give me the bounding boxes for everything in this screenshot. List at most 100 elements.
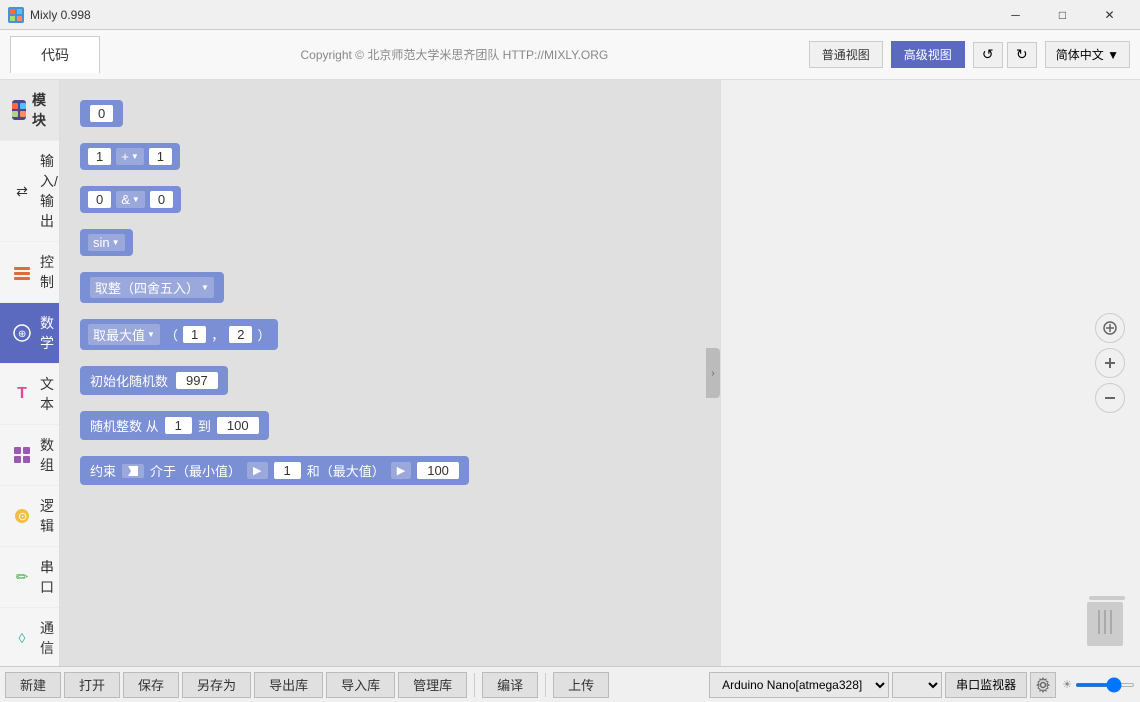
block-logic-op-dropdown[interactable]: & ▼ (116, 191, 145, 208)
round-dropdown-arrow: ▼ (201, 283, 209, 292)
sidebar-item-serial[interactable]: ✏ 串口 (0, 547, 59, 608)
gear-button[interactable] (1030, 672, 1056, 698)
advanced-view-button[interactable]: 高级视图 (891, 41, 965, 68)
block-constrain-notch (122, 464, 144, 478)
sidebar-label-io: 输入/输出 (40, 151, 58, 231)
sidebar-item-logic[interactable]: ⊙ 逻辑 (0, 486, 59, 547)
block-round-label: 取整（四舍五入） (95, 278, 199, 297)
zoom-out-button[interactable] (1095, 383, 1125, 413)
sidebar-label-math: 数学 (40, 313, 54, 353)
zoom-in-button[interactable] (1095, 348, 1125, 378)
title-bar: Mixly 0.998 ─ □ ✕ (0, 0, 1140, 30)
sidebar-item-io[interactable]: ⇄ 输入/输出 (0, 141, 59, 242)
language-button[interactable]: 简体中文 ▼ (1045, 41, 1130, 68)
toolbar-separator-2 (545, 673, 546, 697)
open-button[interactable]: 打开 (64, 672, 120, 698)
undo-button[interactable]: ↺ (973, 42, 1003, 68)
block-logic-op: & (121, 192, 130, 207)
trash-bin (1087, 602, 1123, 646)
save-as-button[interactable]: 另存为 (182, 672, 251, 698)
main-layout: 模块 ⇄ 输入/输出 控制 ⊕ 数学 T 文本 数组 (0, 80, 1140, 666)
block-constrain-notch3: ▶ (391, 462, 411, 479)
block-round-dropdown[interactable]: 取整（四舍五入） ▼ (90, 277, 214, 298)
brightness-icon: ☀ (1062, 678, 1072, 691)
block-minmax-row: 取最大值 ▼ （ 1 ， 2 ） (80, 319, 700, 350)
block-rand-to: 100 (217, 417, 259, 434)
toolbar-separator-1 (474, 673, 475, 697)
port-dropdown[interactable] (892, 672, 942, 698)
sidebar-item-math[interactable]: ⊕ 数学 (0, 303, 59, 364)
trash-area[interactable] (1087, 596, 1125, 646)
block-logic-row: 0 & ▼ 0 (80, 186, 700, 213)
import-lib-button[interactable]: 导入库 (326, 672, 395, 698)
block-minmax-dropdown[interactable]: 取最大值 ▼ (88, 324, 160, 345)
block-round[interactable]: 取整（四舍五入） ▼ (80, 272, 224, 303)
text-icon: T (12, 384, 32, 404)
block-zero[interactable]: 0 (80, 100, 123, 127)
block-constrain-and-label: 和（最大值） (307, 461, 385, 480)
block-seed-value: 997 (176, 372, 218, 389)
normal-view-button[interactable]: 普通视图 (809, 41, 883, 68)
upload-button[interactable]: 上传 (553, 672, 609, 698)
block-seed[interactable]: 初始化随机数 997 (80, 366, 228, 395)
trash-lid (1089, 596, 1125, 600)
svg-text:⊙: ⊙ (18, 511, 27, 523)
block-zero-row: 0 (80, 100, 700, 127)
redo-button[interactable]: ↻ (1007, 42, 1037, 68)
compile-button[interactable]: 编译 (482, 672, 538, 698)
sidebar-label-array: 数组 (40, 435, 54, 475)
block-rand[interactable]: 随机整数 从 1 到 100 (80, 411, 269, 440)
brightness-control: ☀ (1062, 678, 1135, 691)
block-zero-value: 0 (90, 105, 113, 122)
sidebar-item-comm[interactable]: ◊ 通信 (0, 608, 59, 666)
copyright-text: Copyright © 北京师范大学米思齐团队 HTTP://MIXLY.ORG (100, 46, 809, 63)
block-minmax[interactable]: 取最大值 ▼ （ 1 ， 2 ） (80, 319, 278, 350)
zoom-controls (1095, 313, 1125, 413)
canvas-toggle[interactable]: › (706, 348, 720, 398)
math-icon: ⊕ (12, 323, 32, 343)
block-constrain-max: 100 (417, 462, 459, 479)
block-math-op-dropdown[interactable]: + ▼ (116, 148, 144, 165)
zoom-reset-button[interactable] (1095, 313, 1125, 343)
sidebar-item-control[interactable]: 控制 (0, 242, 59, 303)
export-lib-button[interactable]: 导出库 (254, 672, 323, 698)
block-sin[interactable]: sin ▼ (80, 229, 133, 256)
maximize-button[interactable]: □ (1040, 5, 1085, 25)
bottom-toolbar: 新建 打开 保存 另存为 导出库 导入库 管理库 编译 上传 Arduino N… (0, 666, 1140, 702)
minimize-button[interactable]: ─ (993, 5, 1038, 25)
block-constrain-notch2: ▶ (247, 462, 267, 479)
array-icon (12, 445, 32, 465)
save-button[interactable]: 保存 (123, 672, 179, 698)
svg-text:⊕: ⊕ (18, 329, 26, 340)
manager-button[interactable]: 管理库 (398, 672, 467, 698)
block-logic[interactable]: 0 & ▼ 0 (80, 186, 181, 213)
close-button[interactable]: ✕ (1087, 5, 1132, 25)
io-icon: ⇄ (12, 181, 32, 201)
block-math-left: 1 (88, 148, 111, 165)
block-constrain[interactable]: 约束 介于（最小值） ▶ 1 和（最大值） ▶ 100 (80, 456, 469, 485)
header-bar: 代码 Copyright © 北京师范大学米思齐团队 HTTP://MIXLY.… (0, 30, 1140, 80)
sidebar-item-text[interactable]: T 文本 (0, 364, 59, 425)
blocks-canvas[interactable]: › 0 1 + ▼ 1 (60, 80, 720, 666)
device-dropdown[interactable]: Arduino Nano[atmega328] (709, 672, 889, 698)
block-rand-row: 随机整数 从 1 到 100 (80, 411, 700, 440)
block-minmax-label: 取最大值 (93, 325, 145, 344)
sidebar-label-comm: 通信 (40, 618, 54, 658)
sidebar-title: 模块 (32, 90, 47, 130)
new-button[interactable]: 新建 (5, 672, 61, 698)
logic-icon: ⊙ (12, 506, 32, 526)
comm-icon: ◊ (12, 628, 32, 648)
block-minmax-p1: 1 (183, 326, 206, 343)
sidebar-item-array[interactable]: 数组 (0, 425, 59, 486)
block-rand-label: 随机整数 从 (90, 416, 159, 435)
code-tab[interactable]: 代码 (10, 36, 100, 73)
control-icon (12, 262, 32, 282)
block-constrain-row: 约束 介于（最小值） ▶ 1 和（最大值） ▶ 100 (80, 456, 700, 485)
block-math[interactable]: 1 + ▼ 1 (80, 143, 180, 170)
block-math-op: + (121, 149, 129, 164)
app-title: Mixly 0.998 (30, 8, 91, 22)
brightness-slider[interactable] (1075, 683, 1135, 687)
right-panel (720, 80, 1140, 666)
block-sin-dropdown[interactable]: sin ▼ (88, 234, 125, 251)
serial-monitor-button[interactable]: 串口监视器 (945, 672, 1027, 698)
